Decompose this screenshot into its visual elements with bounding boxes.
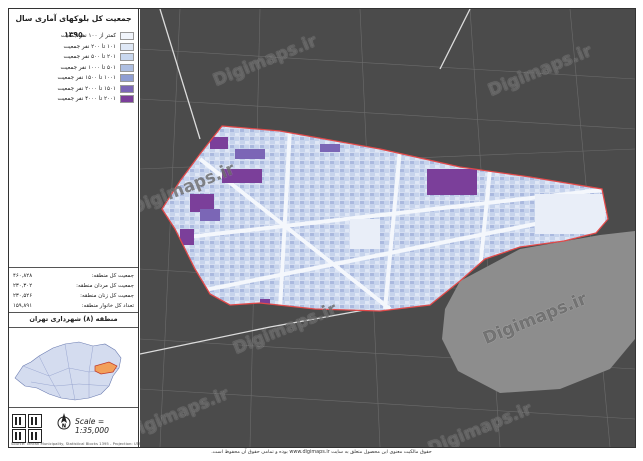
map-title: جمعیت کل بلوکهای آماری سال ۱۳۹۵: [15, 14, 132, 39]
stat-row: تعداد کل خانوار منطقه: ۱۵۹,۸۹۱: [9, 301, 138, 311]
footer-copyright: حقوق مالکیت معنوی این محصول متعلق به سای…: [211, 449, 432, 455]
legend-swatch: [120, 32, 134, 41]
legend-label: ۲۰۱ تا ۵۰۰ نفر جمعیت: [63, 54, 116, 61]
north-arrow-icon: N: [57, 413, 71, 430]
legend-item: ۲۰۱ تا ۵۰۰ نفر جمعیت: [9, 52, 138, 63]
map-sidebar: جمعیت کل بلوکهای آماری سال ۱۳۹۵ کمتر از …: [9, 9, 162, 447]
legend-item: ۱۰۰۱ تا ۱۵۰۰ نفر جمعیت: [9, 73, 138, 84]
map-footer-panel: N Scale = 1:35,000 Source: Tehran Munici…: [9, 407, 162, 447]
stat-row: جمعیت کل زنان منطقه: ۲۳۰,۵۲۶: [9, 291, 138, 301]
scale-text: Scale = 1:35,000: [75, 417, 109, 435]
legend-label: ۱۵۰۱ تا ۲۰۰۰ نفر جمعیت: [57, 85, 117, 92]
stat-value: ۱۵۹,۸۹۱: [13, 303, 33, 309]
north-label: N: [62, 424, 66, 430]
legend-label: کمتر از ۱۰۰ نفر جمعیت: [60, 33, 116, 40]
stat-row: جمعیت کل منطقه: ۴۶۰,۸۲۸: [9, 271, 138, 281]
legend-item: ۵۰۱ تا ۱۰۰۰ نفر جمعیت: [9, 63, 138, 74]
legend-item: ۱۰۱ تا ۲۰۰ نفر جمعیت: [9, 42, 138, 53]
legend-swatch: [120, 95, 134, 104]
legend-swatch: [120, 84, 134, 93]
stat-value: ۲۳۰,۵۲۶: [13, 293, 33, 299]
legend-swatch: [120, 42, 134, 51]
inset-map-svg: [9, 328, 138, 406]
stat-label: جمعیت کل زنان منطقه:: [80, 293, 134, 299]
map-canvas[interactable]: Digimaps.ir Digimaps.ir Digimaps.ir Digi…: [140, 9, 635, 447]
stat-value: ۲۳۰,۳۰۲: [13, 283, 33, 289]
stat-label: جمعیت کل منطقه:: [91, 273, 134, 279]
stat-label: جمعیت کل مردان منطقه:: [76, 283, 134, 289]
legend-swatch: [120, 63, 134, 72]
region-title: منطقه (۸) شهرداری تهران: [9, 312, 138, 325]
qr-code-icon: [12, 414, 26, 428]
legend-label: ۱۰۰۱ تا ۱۵۰۰ نفر جمعیت: [57, 75, 117, 82]
legend-item: ۲۰۰۱ تا ۴۰۰۰ نفر جمعیت: [9, 94, 138, 105]
qr-code-icon: [28, 414, 42, 428]
legend-label: ۱۰۱ تا ۲۰۰ نفر جمعیت: [63, 43, 116, 50]
legend-label: ۲۰۰۱ تا ۴۰۰۰ نفر جمعیت: [57, 96, 117, 103]
stat-row: جمعیت کل مردان منطقه: ۲۳۰,۳۰۲: [9, 281, 138, 291]
legend-swatch: [120, 53, 134, 62]
legend: کمتر از ۱۰۰ نفر جمعیت ۱۰۱ تا ۲۰۰ نفر جمع…: [9, 31, 138, 121]
stat-value: ۴۶۰,۸۲۸: [13, 273, 33, 279]
stat-label: تعداد کل خانوار منطقه:: [81, 303, 134, 309]
legend-swatch: [120, 74, 134, 83]
inset-locator-map: [9, 327, 138, 406]
legend-item: ۱۵۰۱ تا ۲۰۰۰ نفر جمعیت: [9, 84, 138, 95]
legend-item: کمتر از ۱۰۰ نفر جمعیت: [9, 31, 138, 42]
legend-label: ۵۰۱ تا ۱۰۰۰ نفر جمعیت: [60, 64, 116, 71]
